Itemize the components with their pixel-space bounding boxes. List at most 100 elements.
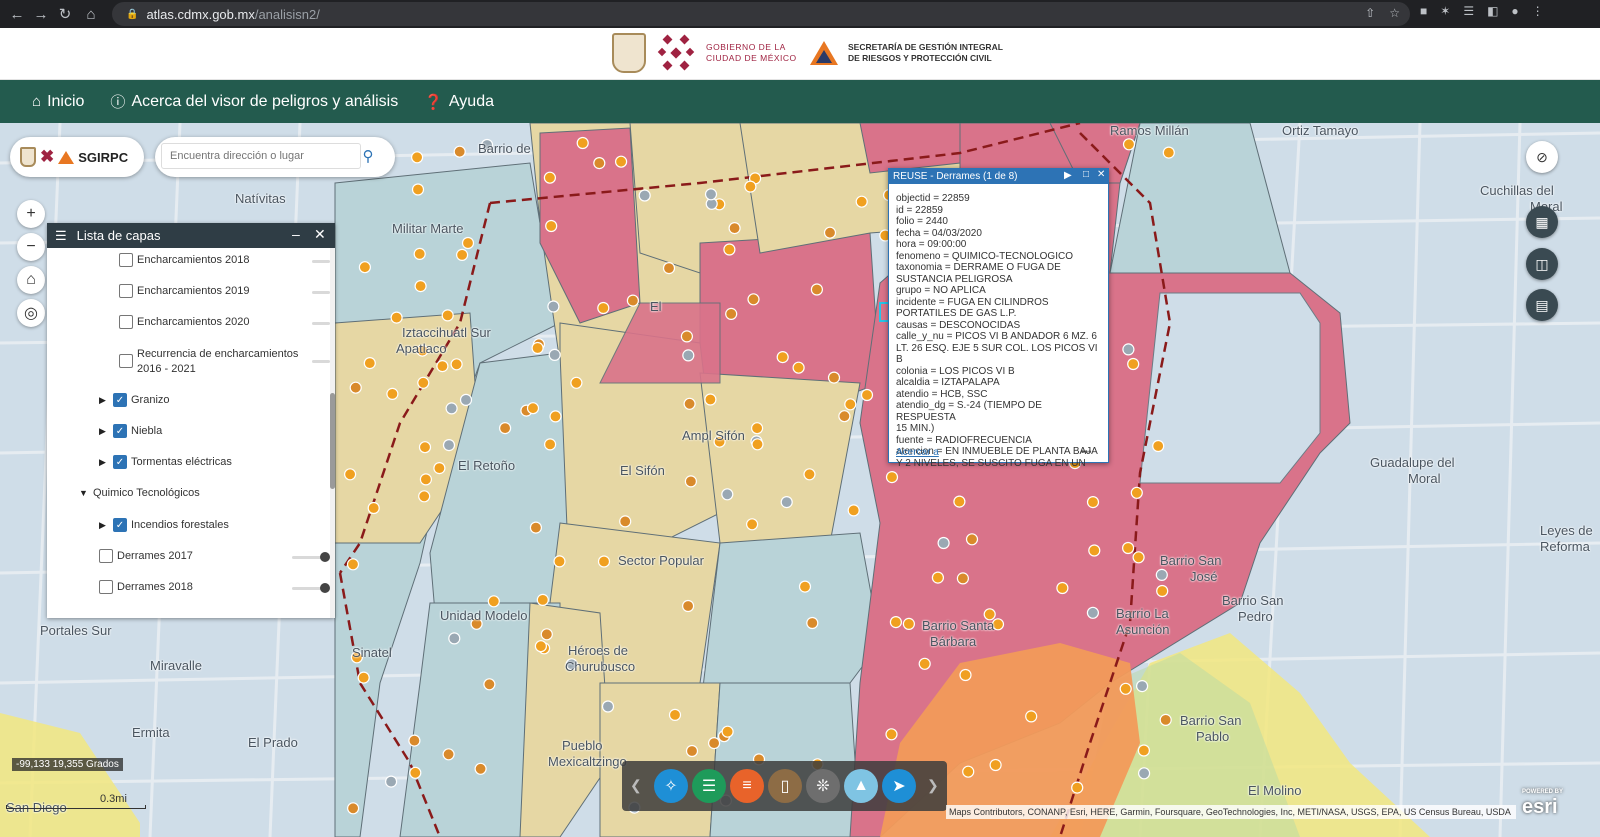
scrollbar[interactable] [330, 248, 335, 618]
visibility-toggle-icon[interactable]: ⊘ [1526, 141, 1558, 173]
incident-marker[interactable] [721, 725, 734, 738]
maximize-icon[interactable]: □ [1083, 169, 1089, 180]
checkbox[interactable] [119, 284, 133, 298]
nav-inicio[interactable]: ⌂ Inicio [32, 93, 84, 111]
checkbox[interactable] [99, 549, 113, 563]
incident-marker[interactable] [638, 189, 651, 202]
map-view[interactable]: Barrio de Natívitas Militar Marte Portal… [0, 123, 1600, 837]
incident-marker[interactable] [409, 766, 422, 779]
incident-marker[interactable] [433, 462, 446, 475]
incident-marker[interactable] [614, 155, 628, 168]
incident-marker[interactable] [860, 388, 874, 402]
zoom-to-link[interactable]: Acercar a [896, 447, 939, 458]
profile-icon[interactable]: ● [1511, 4, 1518, 18]
incident-marker[interactable] [386, 387, 399, 400]
incident-marker[interactable] [1056, 581, 1069, 595]
incident-marker[interactable] [704, 188, 718, 201]
incident-marker[interactable] [823, 226, 837, 239]
locate-icon[interactable]: ◎ [17, 299, 45, 327]
reload-icon[interactable]: ↻ [52, 1, 78, 27]
incident-marker[interactable] [792, 361, 805, 374]
incident-marker[interactable] [918, 657, 931, 670]
layer-item[interactable]: Encharcamientos 2019 [119, 284, 250, 298]
layer-item[interactable]: ▶ ✓ Niebla [99, 424, 162, 438]
checkbox[interactable]: ✓ [113, 393, 127, 407]
incident-marker[interactable] [570, 376, 583, 389]
incident-marker[interactable] [956, 572, 970, 585]
incident-marker[interactable] [1086, 496, 1100, 509]
incident-marker[interactable] [745, 518, 759, 531]
incident-marker[interactable] [885, 471, 899, 484]
grid-icon[interactable]: ▦ [1526, 206, 1558, 238]
incident-marker[interactable] [526, 402, 540, 415]
incident-marker[interactable] [750, 422, 764, 435]
incident-marker[interactable] [747, 293, 760, 306]
incident-marker[interactable] [367, 501, 380, 515]
nav-acerca[interactable]: ⓘ Acerca del visor de peligros y análisi… [110, 91, 398, 112]
incident-marker[interactable] [1130, 486, 1143, 499]
layer-item[interactable]: ▶ ✓ Granizo [99, 393, 170, 407]
layer-item[interactable]: Derrames 2017 [99, 549, 193, 563]
incident-marker[interactable] [408, 734, 421, 747]
opacity-slider[interactable] [312, 322, 330, 325]
incident-marker[interactable] [461, 236, 475, 250]
incident-marker[interactable] [390, 311, 403, 324]
incident-marker[interactable] [798, 580, 812, 593]
incident-marker[interactable] [1071, 781, 1084, 794]
layer-item[interactable]: ▶ ✓ Tormentas eléctricas [99, 455, 232, 469]
incident-marker[interactable] [545, 219, 558, 233]
incident-marker[interactable] [721, 488, 734, 501]
checkbox[interactable]: ✓ [113, 424, 127, 438]
expand-icon[interactable]: ▶ [99, 426, 113, 437]
basemap-icon[interactable]: ▲ [844, 769, 878, 803]
pin-icon[interactable]: ➤ [882, 769, 916, 803]
incident-marker[interactable] [483, 678, 496, 691]
incident-marker[interactable] [553, 555, 566, 568]
puzzle-icon[interactable]: ✶ [1440, 4, 1450, 18]
incident-marker[interactable] [728, 221, 741, 235]
incident-marker[interactable] [487, 595, 500, 608]
layer-item[interactable]: Recurrencia de encharcamientos 2016 - 202… [119, 347, 298, 377]
list-icon[interactable]: ≡ [730, 769, 764, 803]
back-icon[interactable]: ← [4, 1, 30, 27]
incident-marker[interactable] [363, 357, 376, 370]
incident-marker[interactable] [442, 748, 455, 761]
incident-marker[interactable] [593, 156, 606, 170]
incident-marker[interactable] [445, 402, 458, 415]
incident-marker[interactable] [442, 439, 456, 452]
incident-marker[interactable] [419, 473, 432, 486]
compare-icon[interactable]: ◫ [1526, 248, 1558, 280]
incident-marker[interactable] [529, 521, 543, 534]
incident-marker[interactable] [685, 744, 699, 758]
address-bar[interactable]: 🔒 atlas.cdmx.gob.mx/analisisn2/ ⇧ ☆ [112, 2, 1410, 26]
toolbar-next-icon[interactable]: ❯ [927, 777, 939, 794]
incident-marker[interactable] [662, 262, 676, 275]
incident-marker[interactable] [411, 151, 424, 164]
incident-marker[interactable] [418, 490, 431, 503]
checkbox[interactable]: ✓ [113, 518, 127, 532]
incident-marker[interactable] [474, 762, 487, 775]
incident-marker[interactable] [1127, 357, 1140, 371]
incident-marker[interactable] [1132, 551, 1145, 564]
close-icon[interactable]: ✕ [1097, 169, 1105, 180]
incident-marker[interactable] [1162, 146, 1175, 159]
incident-marker[interactable] [704, 393, 717, 406]
incident-marker[interactable] [534, 640, 548, 653]
minimize-icon[interactable]: – [292, 226, 300, 242]
forward-icon[interactable]: → [28, 1, 54, 27]
search-input[interactable] [161, 143, 361, 169]
incident-marker[interactable] [855, 195, 868, 208]
incident-marker[interactable] [707, 736, 721, 750]
incident-marker[interactable] [885, 728, 898, 741]
incident-marker[interactable] [601, 700, 615, 713]
incident-marker[interactable] [358, 261, 371, 274]
incident-marker[interactable] [989, 758, 1002, 772]
close-icon[interactable]: ✕ [314, 226, 326, 243]
incident-marker[interactable] [1025, 710, 1038, 723]
incident-marker[interactable] [417, 376, 430, 389]
incident-marker[interactable] [349, 381, 362, 394]
checkbox[interactable] [119, 253, 133, 267]
zoom-out-button[interactable]: − [17, 233, 45, 261]
layers-icon[interactable]: ☰ [692, 769, 726, 803]
incident-marker[interactable] [962, 765, 975, 778]
